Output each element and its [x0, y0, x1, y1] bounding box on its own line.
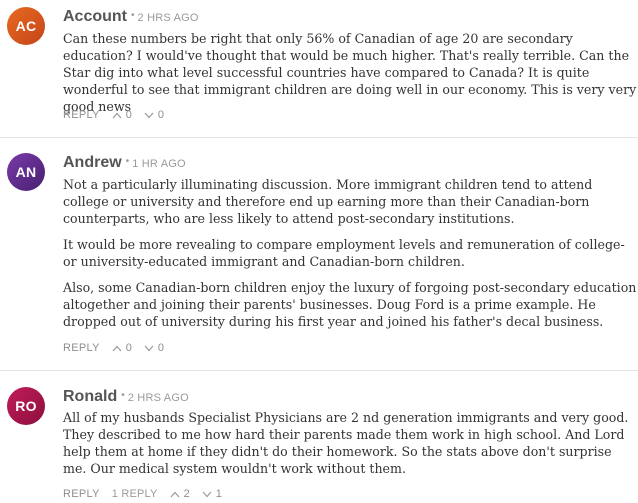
avatar[interactable]: AN [7, 153, 45, 191]
view-replies-link[interactable]: 1 REPLY [112, 488, 158, 500]
upvote-button[interactable]: 0 [112, 342, 132, 354]
comment-paragraph: It would be more revealing to compare em… [63, 237, 625, 269]
comment-author[interactable]: Account [63, 8, 127, 26]
avatar[interactable]: AC [7, 7, 45, 45]
comment-author[interactable]: Andrew [63, 154, 122, 172]
downvote-button[interactable]: 0 [144, 109, 164, 121]
comment-paragraph: All of my husbands Specialist Physicians… [63, 410, 629, 476]
comment-paragraph: Not a particularly illuminating discussi… [63, 177, 593, 226]
downvote-button[interactable]: 0 [144, 342, 164, 354]
downvote-count: 0 [157, 109, 165, 121]
comment-paragraph: Can these numbers be right that only 56%… [63, 31, 637, 114]
chevron-up-icon [170, 491, 180, 497]
separator-dot: • [125, 156, 130, 167]
upvote-count: 0 [125, 342, 132, 354]
separator-dot: • [121, 390, 125, 401]
comment-paragraph: Also, some Canadian-born children enjoy … [63, 280, 637, 329]
comment-body: All of my husbands Specialist Physicians… [63, 409, 637, 486]
chevron-down-icon [144, 112, 154, 118]
upvote-count: 2 [183, 488, 190, 500]
comment-body: Not a particularly illuminating discussi… [63, 176, 637, 339]
chevron-up-icon [112, 112, 122, 118]
reply-button[interactable]: REPLY [63, 109, 100, 121]
downvote-count: 0 [157, 342, 165, 354]
comment-timestamp[interactable]: 2 HRS AGO [138, 12, 199, 24]
comment-author[interactable]: Ronald [63, 388, 117, 406]
downvote-button[interactable]: 1 [202, 488, 222, 500]
comment-divider [0, 137, 638, 138]
comment-timestamp[interactable]: 1 HR AGO [132, 158, 186, 170]
chevron-up-icon [112, 345, 122, 351]
upvote-button[interactable]: 2 [170, 488, 190, 500]
chevron-down-icon [202, 491, 212, 497]
separator-dot: • [131, 10, 135, 21]
downvote-count: 1 [215, 488, 222, 500]
avatar[interactable]: RO [7, 387, 45, 425]
reply-button[interactable]: REPLY [63, 488, 100, 500]
upvote-button[interactable]: 0 [112, 109, 132, 121]
reply-button[interactable]: REPLY [63, 342, 100, 354]
comment-timestamp[interactable]: 2 HRS AGO [128, 392, 189, 404]
upvote-count: 0 [125, 109, 132, 121]
chevron-down-icon [144, 345, 154, 351]
comment-divider [0, 370, 638, 371]
